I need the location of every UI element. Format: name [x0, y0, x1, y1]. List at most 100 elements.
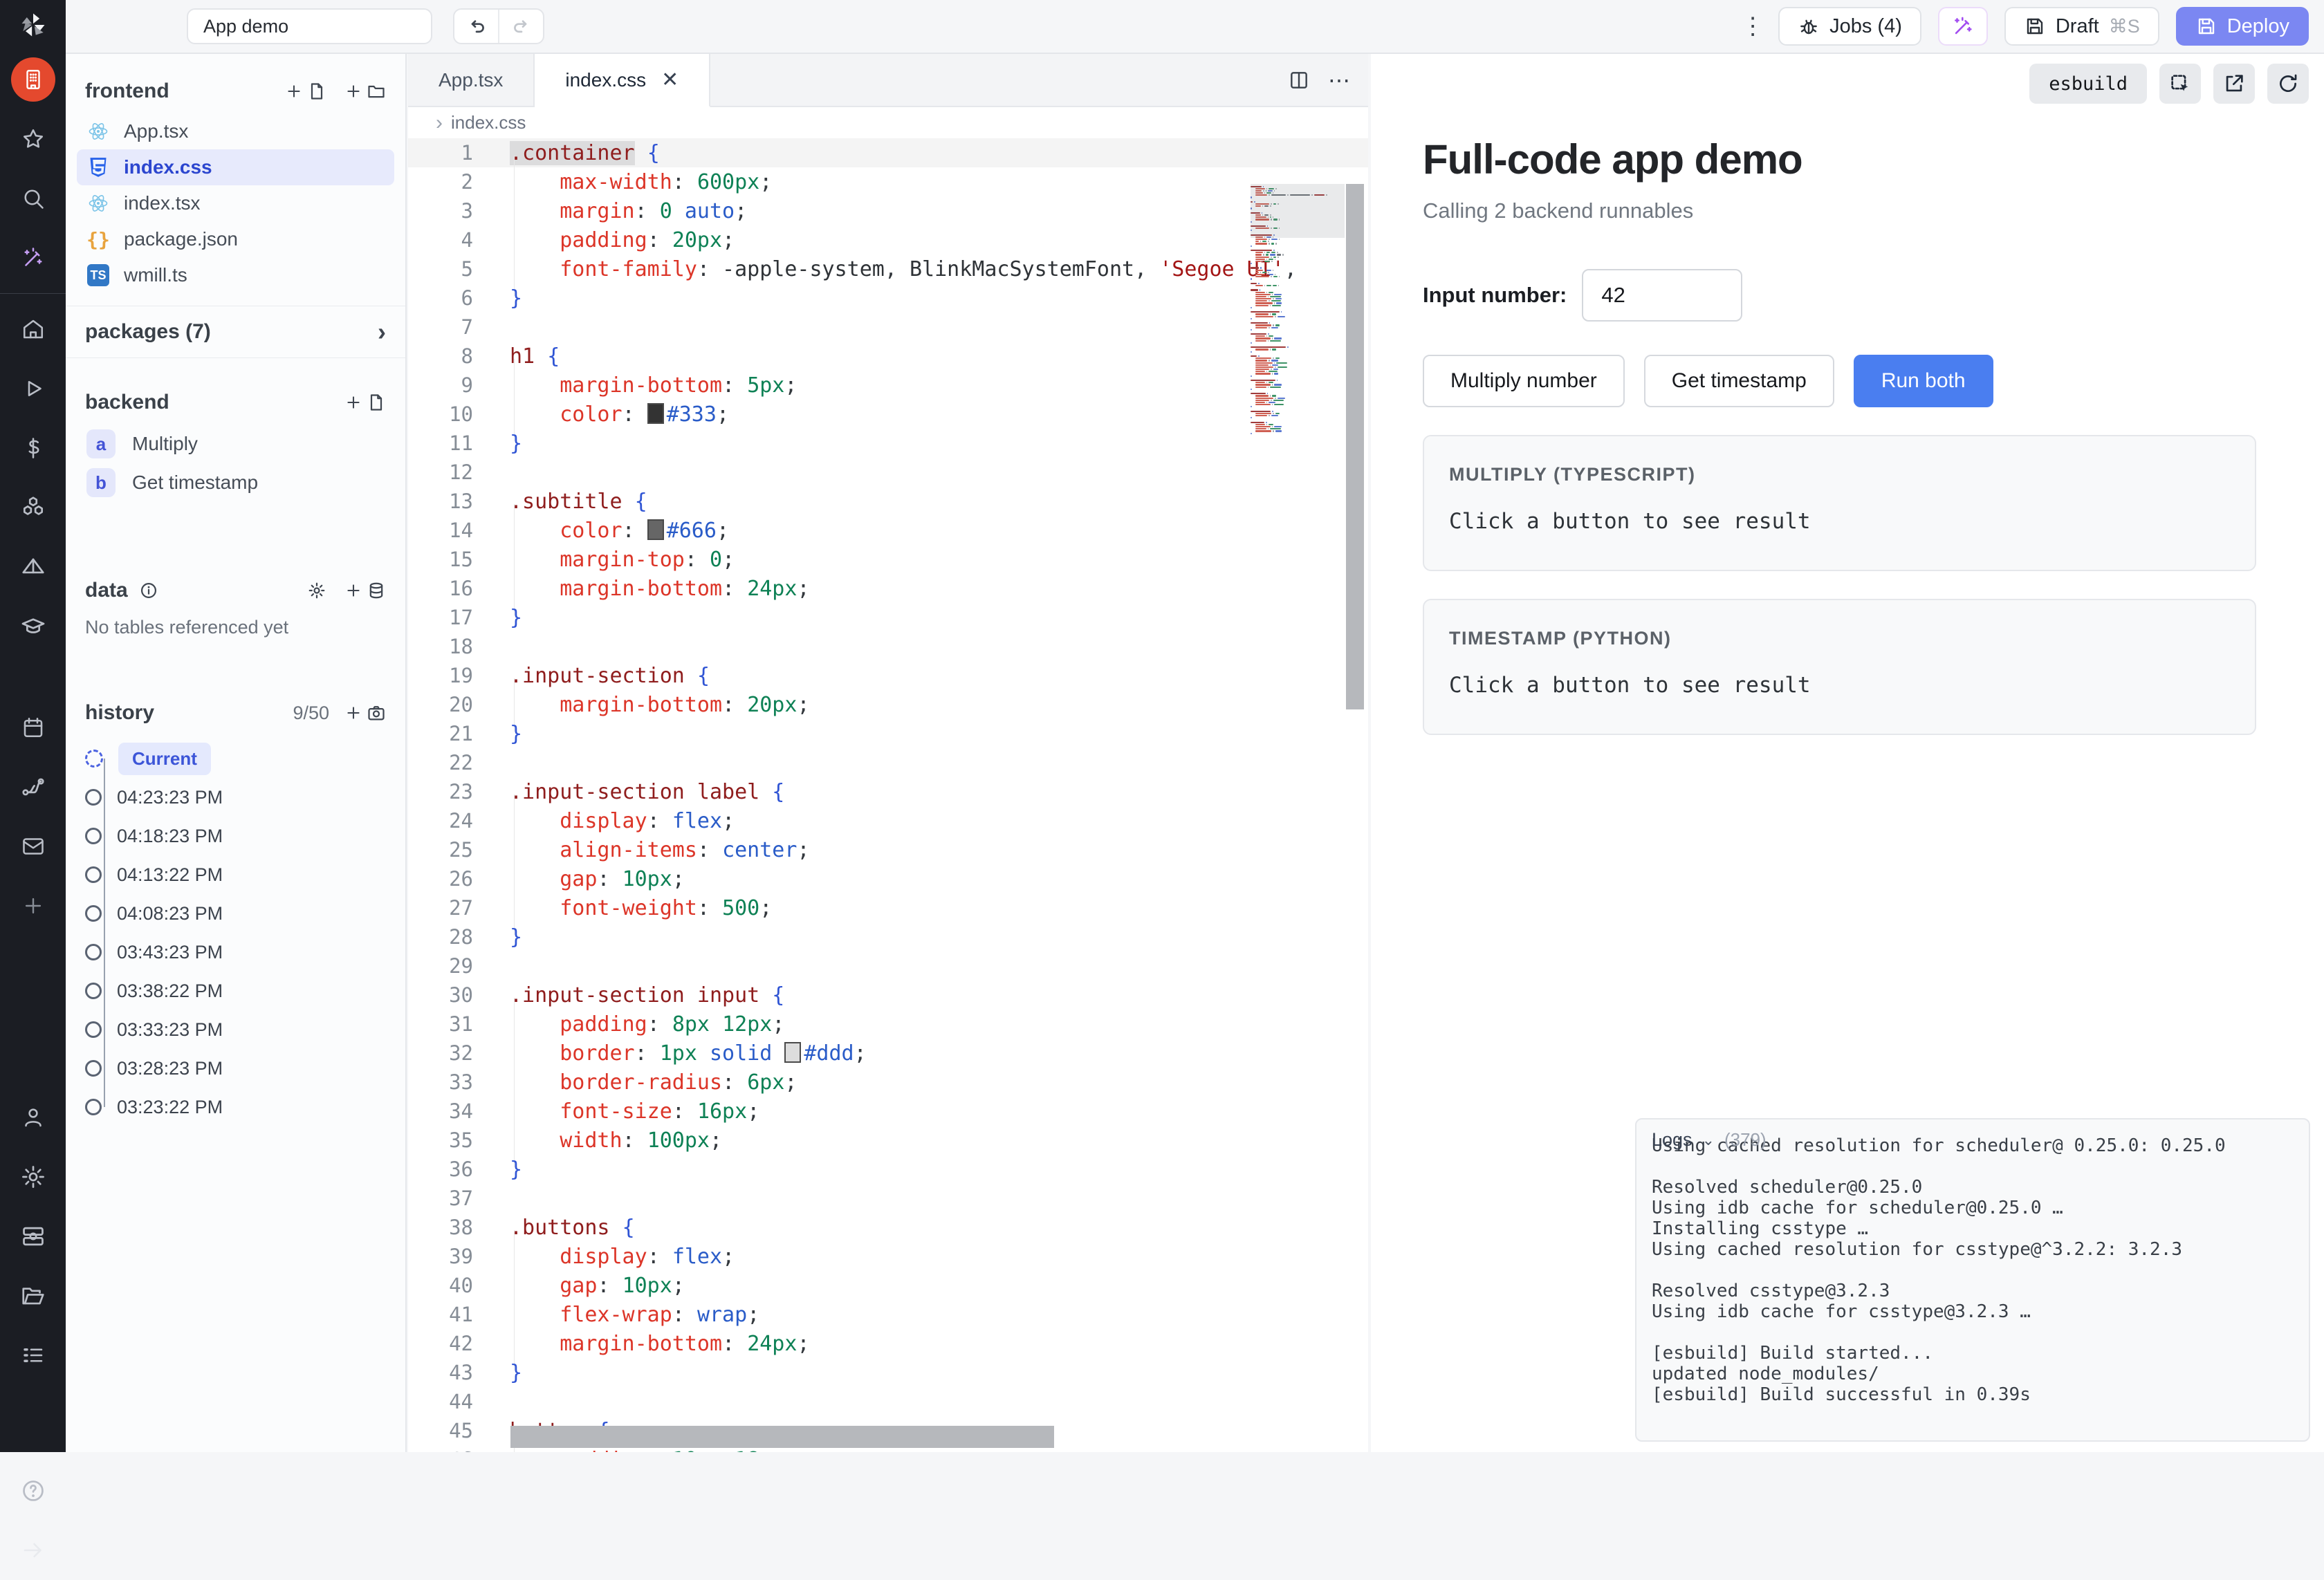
run-both-button[interactable]: Run both — [1854, 355, 1993, 407]
history-entry-row[interactable]: 04:08:23 PM — [66, 894, 405, 933]
redo-button[interactable] — [499, 10, 543, 43]
resources-cubes-icon[interactable] — [0, 478, 66, 537]
runnable-badge: b — [86, 468, 116, 497]
history-timestamp: 04:13:22 PM — [117, 864, 223, 886]
undo-button[interactable] — [454, 10, 498, 43]
logs-output: Using cached resolution for scheduler@ 0… — [1636, 1135, 2309, 1405]
history-entry-row[interactable]: 03:23:22 PM — [66, 1088, 405, 1126]
ai-wand-icon[interactable] — [0, 228, 66, 288]
editor-more-icon[interactable]: ⋯ — [1328, 67, 1352, 93]
apps-nav-item[interactable] — [0, 50, 66, 109]
get-timestamp-button[interactable]: Get timestamp — [1644, 355, 1834, 407]
add-file-button[interactable] — [285, 82, 326, 101]
file-item-index-tsx[interactable]: index.tsx — [77, 185, 394, 221]
more-menu-icon[interactable]: ⋮ — [1741, 12, 1762, 40]
history-current-row[interactable]: Current — [66, 739, 405, 778]
number-input[interactable]: 42 — [1582, 269, 1742, 322]
add-table-button[interactable] — [344, 581, 386, 600]
timeline-dot-icon — [85, 789, 102, 806]
packages-row[interactable]: packages (7) › — [66, 306, 405, 357]
file-name: wmill.ts — [124, 264, 187, 286]
split-editor-icon[interactable] — [1288, 69, 1310, 91]
react-file-icon — [86, 193, 110, 214]
favorites-star-icon[interactable] — [0, 109, 66, 169]
app-subtitle: Calling 2 backend runnables — [1423, 198, 2324, 223]
file-item-index-css[interactable]: index.css — [77, 149, 394, 185]
add-runnable-button[interactable] — [344, 393, 386, 412]
plus-icon[interactable] — [0, 876, 66, 936]
data-settings-gear-icon[interactable] — [307, 581, 326, 600]
breadcrumb[interactable]: › index.css — [408, 107, 1368, 138]
rail-divider — [0, 293, 66, 294]
ai-assistant-button[interactable] — [1938, 7, 1988, 46]
result-card-body: Click a button to see result — [1449, 509, 2230, 534]
flows-icon[interactable] — [0, 757, 66, 817]
tab-app-tsx[interactable]: App.tsx — [408, 54, 535, 106]
mail-icon[interactable] — [0, 817, 66, 876]
vertical-scrollbar[interactable] — [1346, 184, 1364, 709]
packages-label: packages (7) — [85, 320, 211, 344]
logs-panel[interactable]: Logs ⌄ (379) Using cached resolution for… — [1635, 1118, 2310, 1442]
multiply-number-button[interactable]: Multiply number — [1423, 355, 1625, 407]
history-entry-row[interactable]: 03:33:23 PM — [66, 1010, 405, 1049]
file-item-wmill-ts[interactable]: TSwmill.ts — [77, 257, 394, 293]
history-entry-row[interactable]: 04:18:23 PM — [66, 817, 405, 855]
history-entry-row[interactable]: 03:28:23 PM — [66, 1049, 405, 1088]
deploy-button[interactable]: Deploy — [2176, 7, 2309, 46]
frontend-section-header: frontend — [66, 69, 405, 113]
runs-play-icon[interactable] — [0, 359, 66, 418]
app-name-input[interactable]: App demo — [187, 8, 432, 44]
add-folder-button[interactable] — [344, 82, 386, 101]
history-entry-row[interactable]: 04:13:22 PM — [66, 855, 405, 894]
close-icon[interactable]: ✕ — [661, 68, 679, 92]
chevron-right-icon: › — [378, 317, 386, 346]
refresh-button[interactable] — [2267, 64, 2309, 104]
snapshot-button[interactable] — [344, 703, 386, 723]
color-swatch — [647, 403, 664, 424]
color-swatch — [784, 1042, 801, 1063]
history-entry-row[interactable]: 03:38:22 PM — [66, 972, 405, 1010]
user-icon[interactable] — [0, 1088, 66, 1147]
timeline-dot-icon — [85, 944, 102, 960]
graduation-cap-icon[interactable] — [0, 597, 66, 656]
logs-count: (379) — [1724, 1129, 1767, 1151]
windmill-logo[interactable] — [0, 0, 66, 50]
history-entry-row[interactable]: 03:43:23 PM — [66, 933, 405, 972]
runnable-label: Multiply — [132, 433, 198, 455]
file-name: package.json — [124, 228, 238, 250]
gear-icon[interactable] — [0, 1147, 66, 1207]
history-timestamp: 03:38:22 PM — [117, 980, 223, 1002]
chevron-down-icon[interactable]: ⌄ — [1702, 1131, 1715, 1149]
backend-title: backend — [85, 391, 169, 414]
audit-logs-list-icon[interactable] — [0, 1326, 66, 1385]
draft-save-button[interactable]: Draft ⌘S — [2004, 7, 2159, 46]
worker-groups-icon[interactable] — [0, 1207, 66, 1266]
collapse-arrow-icon[interactable] — [0, 1521, 66, 1580]
runnable-item-b[interactable]: bGet timestamp — [77, 463, 394, 502]
react-file-icon — [86, 121, 110, 142]
jobs-button[interactable]: Jobs (4) — [1778, 7, 1921, 46]
inspect-button[interactable] — [2159, 64, 2201, 104]
search-icon[interactable] — [0, 169, 66, 228]
open-external-button[interactable] — [2213, 64, 2255, 104]
help-icon[interactable] — [0, 1461, 66, 1521]
runnable-item-a[interactable]: a Multiply — [77, 425, 394, 463]
file-item-App-tsx[interactable]: App.tsx — [77, 113, 394, 149]
schedules-calendar-icon[interactable] — [0, 698, 66, 757]
minimap-slider[interactable] — [1251, 184, 1345, 238]
home-icon[interactable] — [0, 299, 66, 359]
runnable-badge: a — [86, 429, 116, 458]
left-icon-rail — [0, 0, 66, 1452]
history-entry-row[interactable]: 04:23:23 PM — [66, 778, 405, 817]
prism-icon[interactable] — [0, 537, 66, 597]
file-item-package-json[interactable]: {}package.json — [77, 221, 394, 257]
variables-dollar-icon[interactable] — [0, 418, 66, 478]
tab-index-css[interactable]: index.css ✕ — [535, 54, 710, 107]
folders-icon[interactable] — [0, 1266, 66, 1326]
history-timestamp: 03:33:23 PM — [117, 1019, 223, 1041]
horizontal-scrollbar[interactable] — [510, 1426, 1054, 1448]
timeline-dot-icon — [85, 1021, 102, 1038]
code-pane[interactable]: 1.container {2 max-width: 600px;3 margin… — [408, 138, 1368, 1452]
timeline-dot-icon — [85, 828, 102, 844]
history-count: 9/50 — [293, 703, 329, 724]
